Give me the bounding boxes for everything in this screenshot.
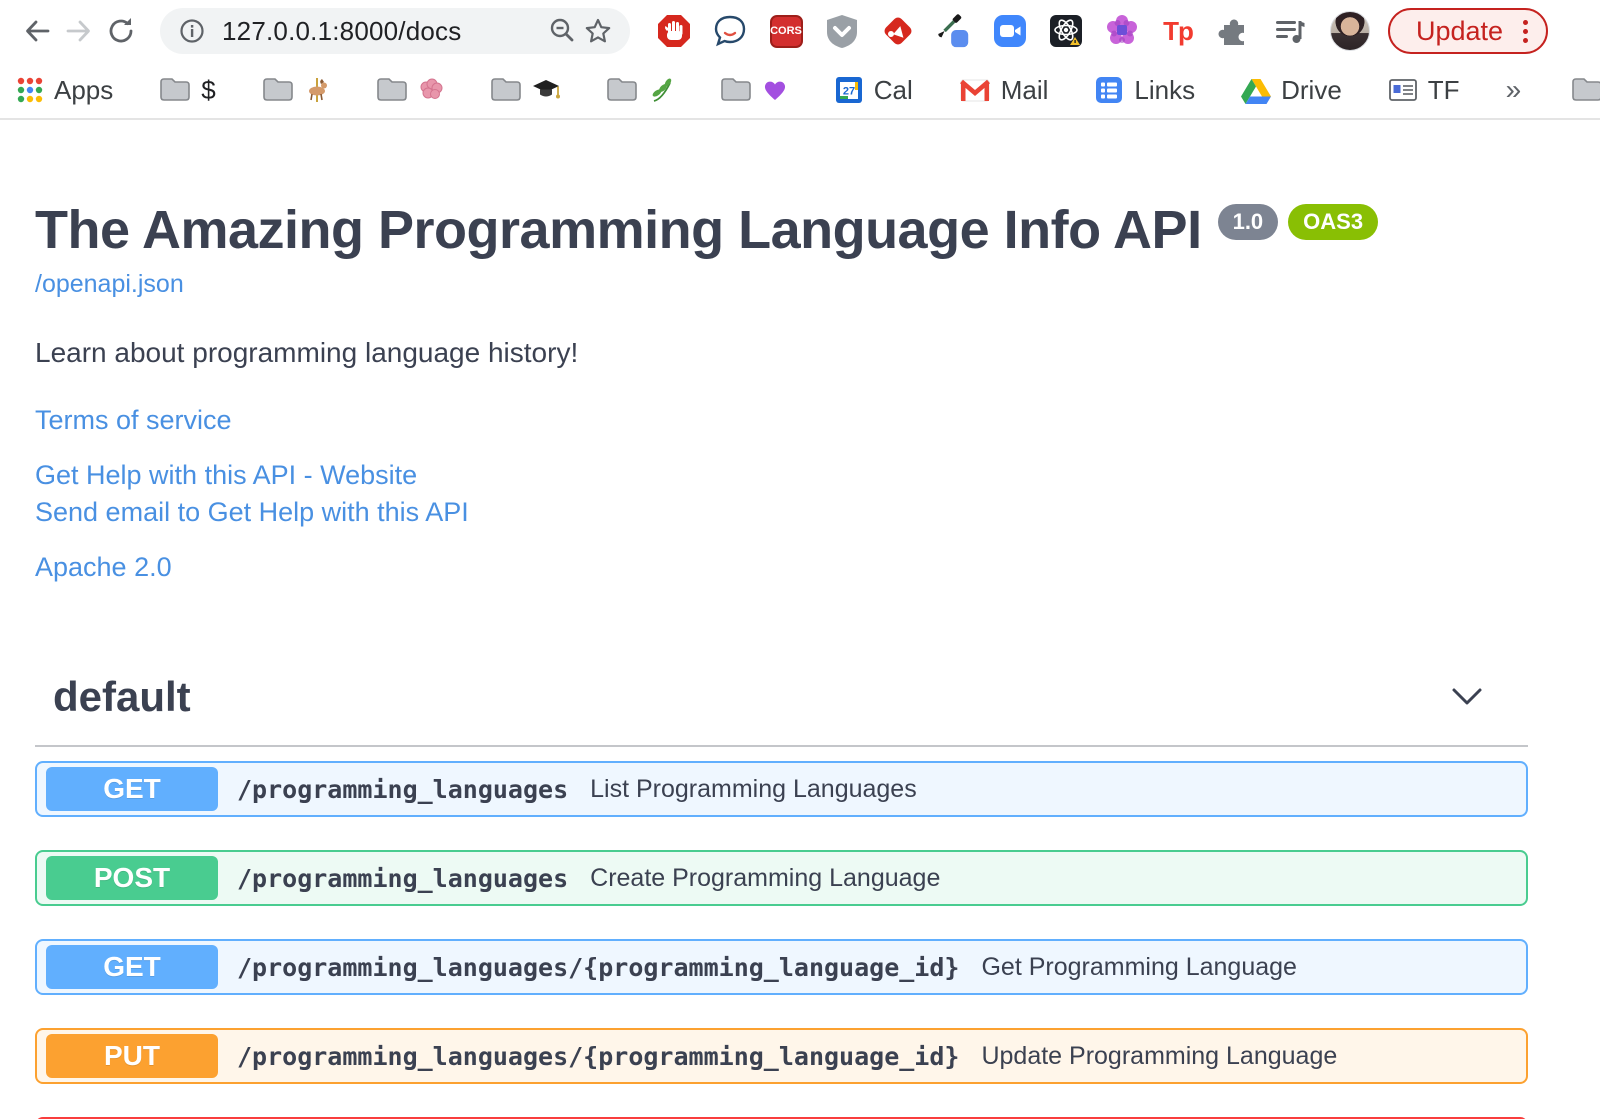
browser-toolbar: 127.0.0.1:8000/docs CORS Tp Update — [0, 0, 1600, 62]
endpoint-path: /programming_languages/{programming_lang… — [237, 952, 960, 982]
method-badge: POST — [46, 856, 218, 901]
endpoint-summary: Create Programming Language — [590, 863, 941, 892]
help-website-link[interactable]: Get Help with this API - Website — [35, 460, 417, 491]
cors-label: CORS — [769, 14, 803, 48]
bookmarks-overflow-icon[interactable]: » — [1506, 74, 1522, 106]
bookmark-star-icon[interactable] — [580, 13, 616, 49]
react-devtools-icon[interactable] — [1048, 13, 1084, 49]
reload-button[interactable] — [100, 10, 142, 52]
bookmark-folder-carousel-horse[interactable] — [262, 77, 330, 103]
bookmark-apps[interactable]: Apps — [16, 75, 113, 106]
api-description: Learn about programming language history… — [35, 337, 579, 369]
method-badge: GET — [46, 767, 218, 812]
folder-icon — [1572, 78, 1600, 101]
endpoint-path: /programming_languages — [237, 774, 569, 804]
folder-icon — [262, 78, 293, 101]
bookmark-mail[interactable]: Mail — [959, 75, 1048, 106]
links-icon — [1096, 77, 1123, 103]
gmail-icon — [959, 79, 990, 101]
section-title: default — [53, 673, 191, 721]
folder-icon — [490, 78, 521, 101]
folder-icon — [606, 78, 637, 101]
url-text[interactable]: 127.0.0.1:8000/docs — [222, 16, 544, 47]
endpoint-summary: Update Programming Language — [981, 1041, 1338, 1070]
version-badge: 1.0 — [1217, 204, 1279, 240]
cors-icon[interactable]: CORS — [768, 13, 804, 49]
bookmark-calendar[interactable]: 27 Cal — [834, 75, 913, 106]
bookmark-links[interactable]: Links — [1094, 75, 1195, 106]
address-bar[interactable]: 127.0.0.1:8000/docs — [160, 8, 630, 54]
flower-icon[interactable] — [1104, 13, 1140, 49]
extensions-row: CORS Tp — [656, 13, 1308, 49]
privacy-shield-icon[interactable] — [824, 13, 860, 49]
method-badge: GET — [46, 945, 218, 990]
endpoint-row[interactable]: GET/programming_languages/{programming_l… — [35, 939, 1528, 996]
svg-text:27: 27 — [843, 86, 855, 98]
section-header[interactable]: default — [35, 673, 1528, 748]
oas3-badge: OAS3 — [1288, 204, 1379, 240]
endpoint-row[interactable]: PUT/programming_languages/{programming_l… — [35, 1028, 1528, 1085]
bookmark-tf[interactable]: TF — [1388, 75, 1460, 106]
carousel-horse-icon — [308, 78, 327, 102]
graduation-cap-icon — [532, 80, 560, 99]
purple-heart-icon — [764, 81, 785, 100]
update-label: Update — [1416, 15, 1504, 46]
playlist-icon[interactable] — [1272, 13, 1308, 49]
folder-icon — [160, 78, 191, 101]
puzzle-icon[interactable] — [1216, 13, 1252, 49]
toucan-tp-icon[interactable]: Tp — [1160, 13, 1196, 49]
default-section: default GET/programming_languages List Pr… — [35, 673, 1528, 1119]
method-badge: PUT — [46, 1034, 218, 1079]
apps-grid-icon — [17, 77, 43, 103]
herb-icon — [652, 78, 671, 102]
tp-label: Tp — [1163, 15, 1194, 46]
help-email-link[interactable]: Send email to Get Help with this API — [35, 497, 469, 528]
other-bookmarks[interactable]: Other Bookmarks — [1571, 75, 1600, 106]
endpoint-list: GET/programming_languages List Programmin… — [35, 761, 1528, 1119]
bookmark-drive[interactable]: Drive — [1241, 75, 1342, 106]
endpoint-row[interactable]: GET/programming_languages List Programmin… — [35, 761, 1528, 818]
tf-doc-icon — [1388, 79, 1417, 101]
bookmark-folder-dollar[interactable]: $ — [159, 75, 216, 106]
terms-of-service-link[interactable]: Terms of service — [35, 405, 232, 436]
bookmark-folder-herb[interactable] — [606, 77, 674, 103]
google-calendar-icon: 27 — [835, 77, 862, 103]
zoom-video-icon[interactable] — [992, 13, 1028, 49]
endpoint-summary: Get Programming Language — [981, 952, 1297, 981]
license-link[interactable]: Apache 2.0 — [35, 552, 172, 583]
openapi-json-link[interactable]: /openapi.json — [35, 270, 184, 299]
chat-bubble-icon[interactable] — [712, 13, 748, 49]
endpoint-summary: List Programming Languages — [590, 774, 917, 803]
update-button[interactable]: Update — [1388, 8, 1549, 54]
endpoint-row[interactable]: POST/programming_languages Create Program… — [35, 850, 1528, 907]
endpoint-path: /programming_languages — [237, 863, 569, 893]
color-picker-icon[interactable] — [936, 13, 972, 49]
bookmark-folder-graduation-cap[interactable] — [490, 77, 560, 103]
adblock-icon[interactable] — [656, 13, 692, 49]
share-diamond-icon[interactable] — [880, 13, 916, 49]
brain-icon — [420, 78, 443, 99]
page-title: The Amazing Programming Language Info AP… — [35, 200, 1202, 260]
back-button[interactable] — [16, 10, 58, 52]
zoom-out-icon[interactable] — [544, 13, 580, 49]
profile-avatar[interactable] — [1330, 11, 1370, 51]
endpoint-path: /programming_languages/{programming_lang… — [237, 1041, 960, 1071]
bookmarks-bar: Apps $ 27 Cal Mail Links Drive TF » — [0, 62, 1600, 120]
google-drive-icon — [1241, 78, 1272, 104]
chevron-down-icon[interactable] — [1450, 685, 1484, 709]
site-info-icon[interactable] — [174, 13, 210, 49]
forward-button[interactable] — [58, 10, 100, 52]
bookmark-folder-purple-heart[interactable] — [720, 77, 788, 103]
folder-icon — [376, 78, 407, 101]
bookmark-folder-brain[interactable] — [376, 77, 444, 103]
folder-icon — [720, 78, 751, 101]
swagger-page: The Amazing Programming Language Info AP… — [35, 200, 1528, 1119]
browser-menu-icon[interactable] — [1523, 19, 1529, 43]
